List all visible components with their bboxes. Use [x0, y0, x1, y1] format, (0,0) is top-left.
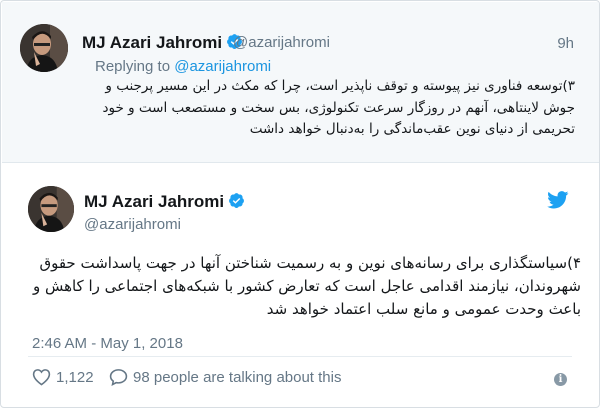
- twitter-bird-icon[interactable]: [547, 191, 569, 209]
- tweet-text: ۳)توسعه فناوری نیز پیوسته و توقف ناپذیر …: [102, 78, 575, 137]
- divider: [28, 356, 572, 357]
- heart-icon: [32, 369, 51, 386]
- replying-to: Replying to @azarijahromi: [95, 58, 271, 75]
- replying-prefix: Replying to: [95, 58, 175, 75]
- reply-bubble-icon: [109, 369, 128, 386]
- info-icon[interactable]: i: [554, 373, 567, 386]
- like-button[interactable]: 1,122: [32, 368, 94, 386]
- author-handle[interactable]: @azarijahromi: [84, 216, 181, 233]
- verified-badge-icon: [228, 192, 245, 209]
- author-name[interactable]: MJ Azari Jahromi: [84, 192, 245, 212]
- replying-to-link[interactable]: @azarijahromi: [174, 58, 271, 75]
- talking-about-link[interactable]: 98 people are talking about this: [109, 368, 341, 386]
- author-name-text[interactable]: MJ Azari Jahromi: [84, 192, 224, 211]
- author-name[interactable]: MJ Azari Jahromi: [82, 33, 243, 53]
- tweet-text: ۴)سیاستگذاری برای رسانه‌های نوین و به رس…: [32, 254, 581, 318]
- avatar[interactable]: [28, 186, 74, 232]
- tweet-timestamp[interactable]: 2:46 AM - May 1, 2018: [32, 335, 183, 352]
- avatar[interactable]: [20, 24, 68, 72]
- tweet-embed: MJ Azari Jahromi @azarijahromi 9h Replyi…: [0, 0, 600, 408]
- author-name-text[interactable]: MJ Azari Jahromi: [82, 33, 222, 52]
- author-handle[interactable]: @azarijahromi: [233, 34, 330, 51]
- like-count: 1,122: [56, 368, 94, 386]
- talking-about-text: 98 people are talking about this: [133, 368, 342, 386]
- avatar-image: [20, 24, 68, 72]
- parent-tweet[interactable]: MJ Azari Jahromi @azarijahromi 9h Replyi…: [2, 2, 599, 163]
- avatar-image: [28, 186, 74, 232]
- tweet-time[interactable]: 9h: [557, 35, 574, 52]
